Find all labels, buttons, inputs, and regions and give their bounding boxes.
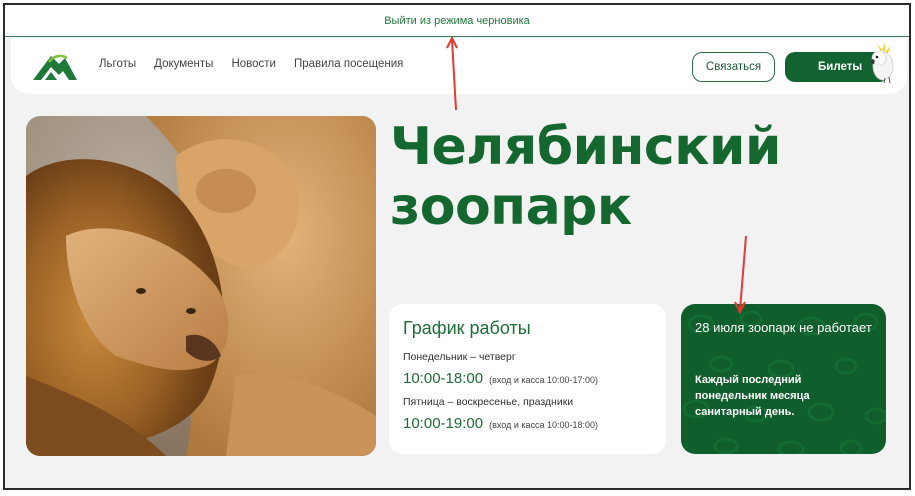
schedule-card: График работы Понедельник – четверг 10:0… (389, 304, 666, 454)
closure-notice-heading: 28 июля зоопарк не работает (695, 320, 872, 335)
main-nav: Льготы Документы Новости Правила посещен… (99, 58, 403, 70)
exit-draft-link[interactable]: Выйти из режима черновика (384, 15, 530, 27)
cockatoo-icon (870, 43, 894, 84)
page-title: Челябинский зоопарк (390, 117, 870, 237)
schedule-days-weekdays: Понедельник – четверг (403, 351, 516, 363)
schedule-note: (вход и касса 10:00-18:00) (489, 420, 599, 430)
nav-item-visit-rules[interactable]: Правила посещения (294, 58, 403, 70)
schedule-row: 10:00-18:00 (вход и касса 10:00-17:00) (403, 370, 652, 387)
contact-button[interactable]: Связаться (692, 52, 775, 82)
schedule-row: 10:00-19:00 (вход и касса 10:00-18:00) (403, 415, 652, 432)
nav-item-benefits[interactable]: Льготы (99, 58, 136, 70)
zoo-logo-icon[interactable] (31, 50, 79, 82)
nav-item-news[interactable]: Новости (231, 58, 276, 70)
schedule-title: График работы (403, 318, 531, 338)
schedule-note: (вход и касса 10:00-17:00) (489, 375, 599, 385)
lions-photo (26, 116, 376, 456)
draft-banner: Выйти из режима черновика (5, 5, 909, 37)
closure-notice-text: Каждый последний понедельник месяца сани… (695, 374, 810, 418)
schedule-days-weekend: Пятница – воскресенье, праздники (403, 396, 574, 408)
page-title-line1: Челябинский (390, 117, 781, 177)
tickets-button[interactable]: Билеты (785, 43, 894, 84)
schedule-time: 10:00-18:00 (403, 370, 484, 387)
nav-item-documents[interactable]: Документы (154, 58, 213, 70)
site-header: Льготы Документы Новости Правила посещен… (11, 38, 907, 94)
browser-viewport: Выйти из режима черновика Льготы Докумен… (3, 3, 911, 490)
schedule-time: 10:00-19:00 (403, 415, 484, 432)
page-title-line2: зоопарк (390, 177, 632, 237)
tickets-button-label: Билеты (818, 61, 863, 73)
closure-notice-card: 28 июля зоопарк не работает Каждый после… (681, 304, 886, 454)
